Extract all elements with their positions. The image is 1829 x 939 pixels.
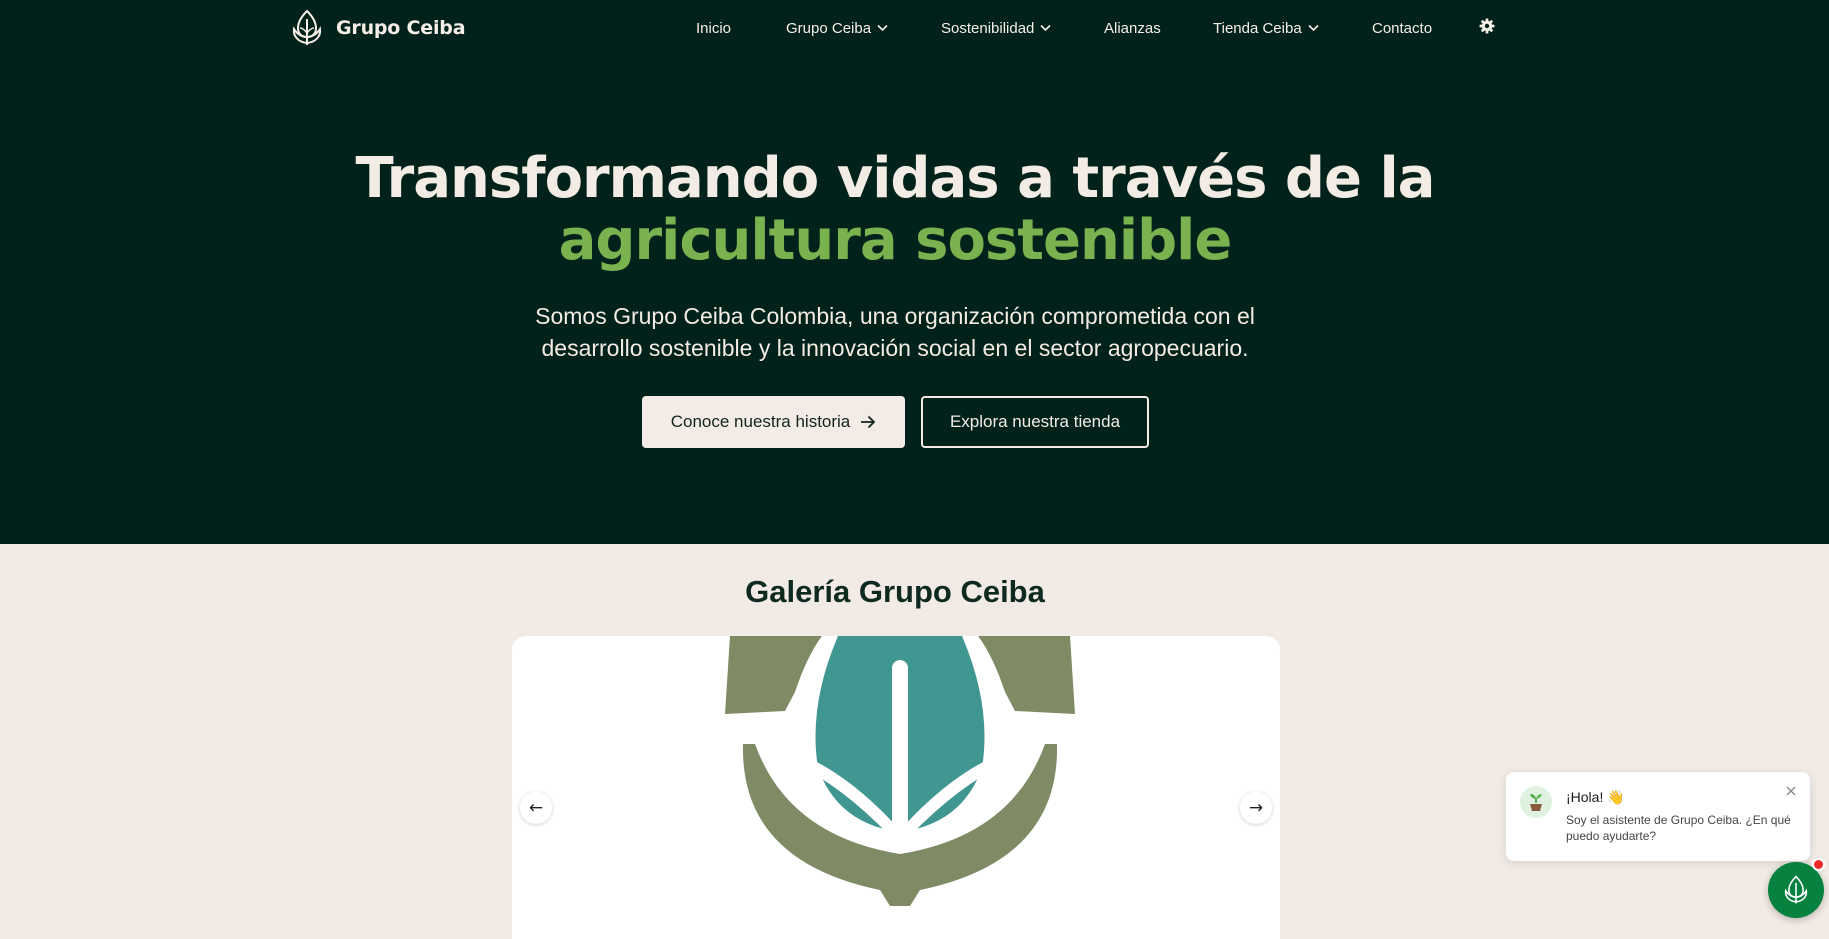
nav-item-label: Alianzas bbox=[1104, 19, 1161, 37]
main-navigation: Grupo Ceiba Inicio Grupo Ceiba Sostenibi… bbox=[0, 0, 1829, 56]
notification-dot bbox=[1812, 858, 1825, 871]
chat-bubble[interactable]: ¡Hola! 👋 Soy el asistente de Grupo Ceiba… bbox=[1506, 772, 1810, 861]
explora-tienda-button[interactable]: Explora nuestra tienda bbox=[921, 396, 1149, 448]
arrow-right-icon bbox=[861, 415, 876, 429]
brand-link[interactable]: Grupo Ceiba bbox=[290, 8, 466, 48]
nav-item-alianzas[interactable]: Alianzas bbox=[1104, 18, 1161, 38]
chat-avatar bbox=[1520, 786, 1552, 818]
nav-item-label: Grupo Ceiba bbox=[786, 19, 872, 37]
chevron-down-icon bbox=[1040, 24, 1051, 32]
conoce-historia-button[interactable]: Conoce nuestra historia bbox=[642, 396, 905, 448]
hero-title-accent: agricultura sostenible bbox=[558, 208, 1233, 273]
hero-section: Grupo Ceiba Inicio Grupo Ceiba Sostenibi… bbox=[0, 0, 1829, 544]
chat-greeting: ¡Hola! 👋 bbox=[1566, 789, 1625, 805]
nav-item-contacto[interactable]: Contacto bbox=[1372, 18, 1432, 38]
gallery-image bbox=[725, 636, 1075, 906]
leaf-logo-icon bbox=[292, 9, 322, 45]
nav-item-tienda-ceiba[interactable]: Tienda Ceiba bbox=[1213, 18, 1319, 38]
nav-item-label: Sostenibilidad bbox=[941, 19, 1035, 37]
gallery-title: Galería Grupo Ceiba bbox=[745, 574, 1045, 609]
chevron-down-icon bbox=[877, 24, 888, 32]
seedling-icon bbox=[1530, 794, 1542, 811]
nav-item-grupo-ceiba[interactable]: Grupo Ceiba bbox=[786, 18, 888, 38]
nav-item-sostenibilidad[interactable]: Sostenibilidad bbox=[941, 18, 1051, 38]
chat-message: Soy el asistente de Grupo Ceiba. ¿En qué… bbox=[1566, 813, 1791, 843]
brand-name: Grupo Ceiba bbox=[336, 17, 466, 39]
button-label: Conoce nuestra historia bbox=[670, 412, 851, 431]
hero-title-line1: Transformando vidas a través de la bbox=[355, 146, 1436, 211]
nav-item-inicio[interactable]: Inicio bbox=[696, 18, 731, 38]
gallery-carousel bbox=[512, 636, 1280, 939]
carousel-prev-button[interactable]: ← bbox=[520, 792, 552, 824]
leaf-logo-icon bbox=[1784, 875, 1808, 904]
hero-headline: Transformando vidas a través de la agric… bbox=[0, 148, 1790, 272]
nav-item-label: Contacto bbox=[1372, 19, 1433, 37]
close-icon[interactable] bbox=[1784, 784, 1798, 798]
nav-item-label: Inicio bbox=[696, 19, 732, 37]
gear-icon[interactable] bbox=[1479, 18, 1495, 34]
nav-item-label: Tienda Ceiba bbox=[1213, 19, 1302, 37]
chevron-down-icon bbox=[1308, 24, 1319, 32]
carousel-next-button[interactable]: → bbox=[1240, 792, 1272, 824]
hero-subtitle: Somos Grupo Ceiba Colombia, una organiza… bbox=[535, 303, 1255, 361]
